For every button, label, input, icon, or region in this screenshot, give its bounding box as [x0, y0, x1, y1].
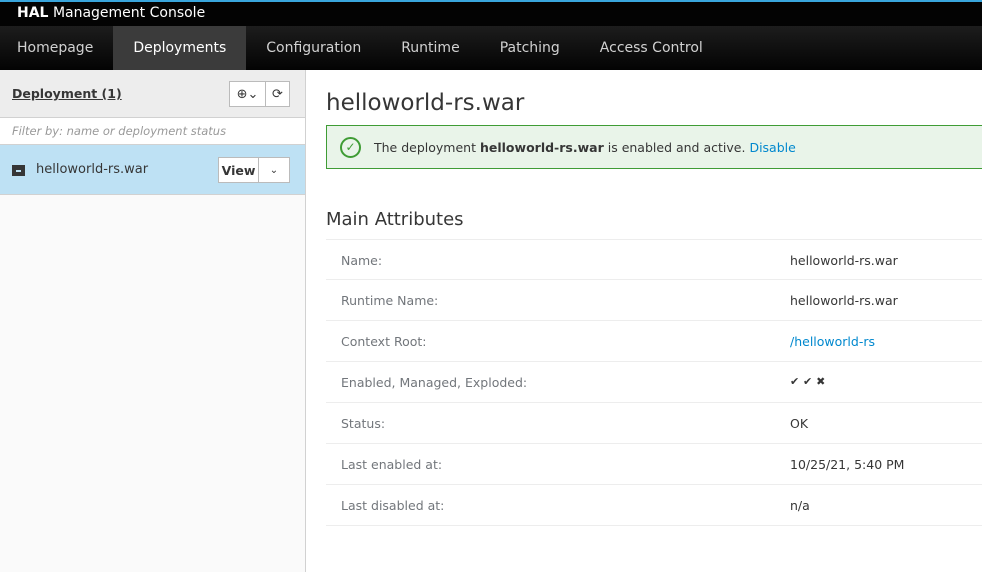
view-button-group: View ⌄	[218, 157, 290, 183]
filter-input[interactable]: Filter by: name or deployment status	[0, 118, 305, 145]
attribute-label: Last disabled at:	[341, 498, 445, 513]
alert-name: helloworld-rs.war	[479, 139, 604, 155]
attribute-value: OK	[790, 416, 809, 431]
nav-configuration[interactable]: Configuration	[246, 26, 381, 70]
attribute-label: Enabled, Managed, Exploded:	[341, 375, 528, 390]
context-root-link[interactable]: /helloworld-rs	[790, 334, 875, 349]
attribute-label: Last enabled at:	[341, 457, 443, 472]
archive-icon	[12, 165, 25, 176]
nav-access-control[interactable]: Access Control	[580, 26, 723, 70]
sidebar-header: Deployment (1) ⊕⌄ ⟳	[0, 70, 305, 118]
attribute-row: Context Root: /helloworld-rs	[326, 321, 982, 362]
alert-suffix: is enabled and active.	[607, 139, 746, 155]
deployment-sidebar: Deployment (1) ⊕⌄ ⟳ Filter by: name or d…	[0, 70, 306, 572]
attribute-label: Name:	[341, 253, 383, 268]
attribute-row: Last enabled at: 10/25/21, 5:40 PM	[326, 444, 982, 485]
deployment-name: helloworld-rs.war	[36, 162, 149, 177]
add-icon[interactable]: ⊕⌄	[230, 82, 266, 106]
nav-patching[interactable]: Patching	[480, 26, 580, 70]
list-item[interactable]: helloworld-rs.war View ⌄	[0, 145, 305, 195]
attribute-value: helloworld-rs.war	[790, 253, 898, 268]
attribute-row: Status: OK	[326, 403, 982, 444]
main-content: helloworld-rs.war ✓ The deployment hello…	[326, 70, 982, 526]
ok-icon: ✓	[340, 136, 361, 158]
attribute-row: Last disabled at: n/a	[326, 485, 982, 526]
page-title: helloworld-rs.war	[326, 90, 525, 116]
attribute-row: Runtime Name: helloworld-rs.war	[326, 280, 982, 321]
brand-name: Management Console	[52, 5, 206, 21]
attribute-value: helloworld-rs.war	[790, 293, 898, 308]
attribute-label: Runtime Name:	[341, 293, 439, 308]
chevron-down-icon[interactable]: ⌄	[259, 158, 289, 182]
attribute-value: 10/25/21, 5:40 PM	[790, 457, 905, 472]
nav-deployments[interactable]: Deployments	[113, 26, 247, 70]
attribute-row: Name: helloworld-rs.war	[326, 239, 982, 280]
status-alert: ✓ The deployment helloworld-rs.war is en…	[326, 125, 982, 169]
attributes-table: Name: helloworld-rs.war Runtime Name: hell…	[326, 239, 982, 526]
attribute-value: n/a	[790, 498, 810, 513]
attribute-label: Status:	[341, 416, 386, 431]
section-title: Main Attributes	[326, 209, 464, 230]
check-icons: ✔ ✔ ✖	[790, 375, 826, 388]
refresh-icon[interactable]: ⟳	[266, 82, 289, 106]
view-button[interactable]: View	[219, 158, 259, 182]
alert-text: The deployment	[374, 139, 476, 155]
deployment-title-link[interactable]: Deployment (1)	[12, 86, 122, 101]
main-nav: Homepage Deployments Configuration Runti…	[0, 26, 982, 70]
app-header: HAL Management Console	[0, 0, 982, 26]
disable-link[interactable]: Disable	[749, 140, 795, 155]
sidebar-actions: ⊕⌄ ⟳	[229, 81, 290, 107]
attribute-label: Context Root:	[341, 334, 427, 349]
nav-runtime[interactable]: Runtime	[381, 26, 479, 70]
attribute-row: Enabled, Managed, Exploded: ✔ ✔ ✖	[326, 362, 982, 403]
brand-bold: HAL	[17, 5, 49, 21]
nav-homepage[interactable]: Homepage	[0, 26, 113, 70]
